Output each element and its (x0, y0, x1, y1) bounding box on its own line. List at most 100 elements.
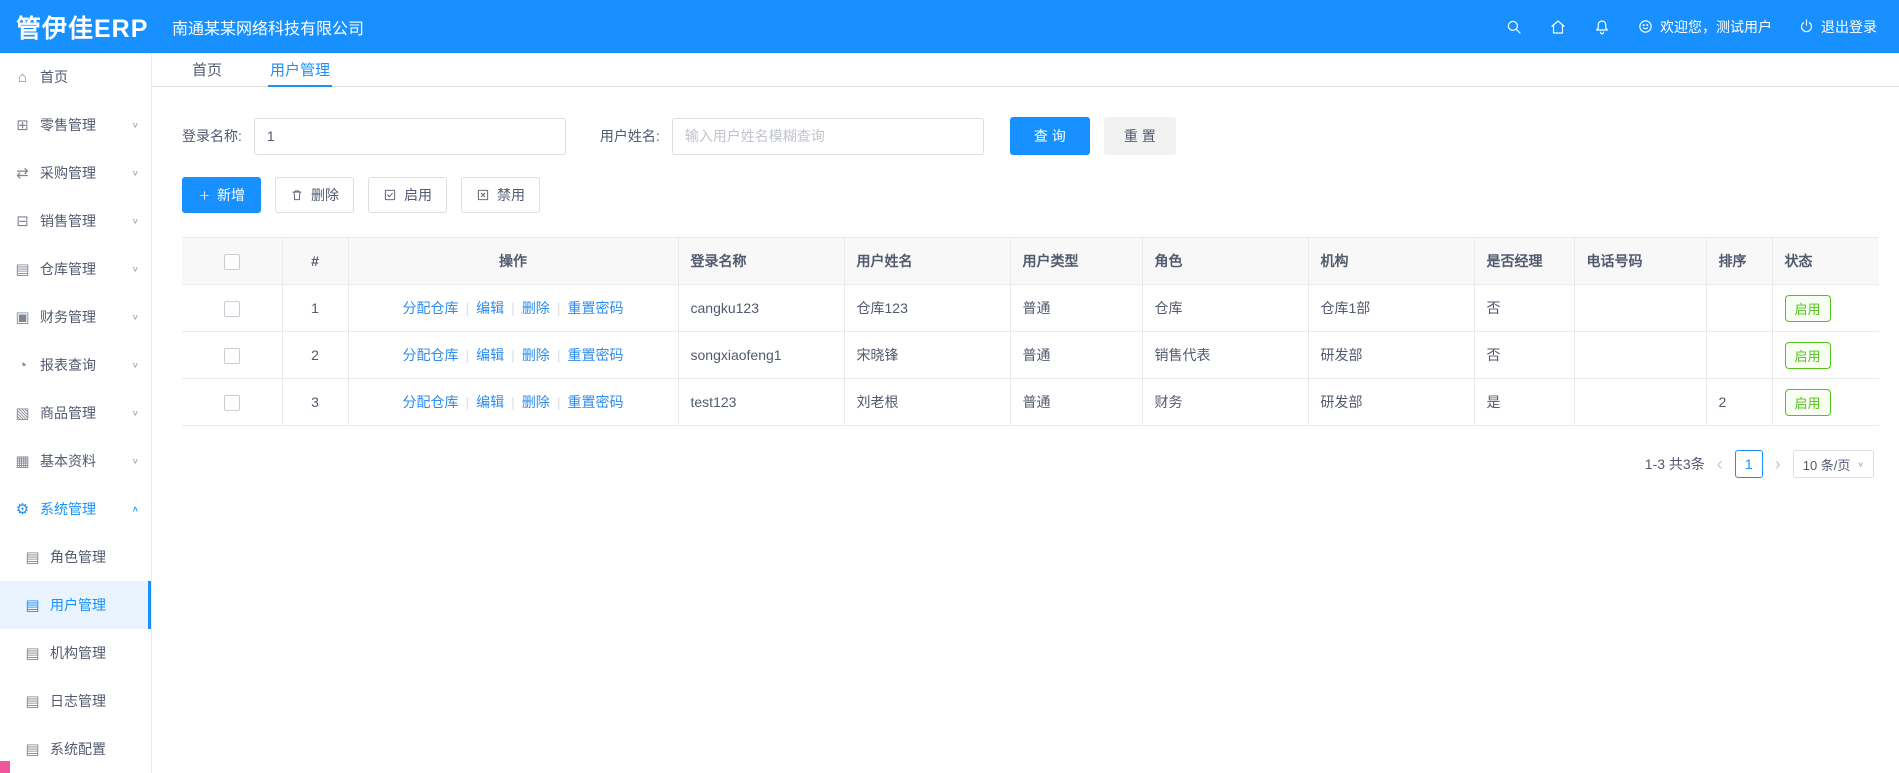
sales-icon: ⊟ (16, 213, 29, 230)
sidebar-item-system-config[interactable]: ▤ 系统配置 (0, 725, 151, 773)
tab-home[interactable]: 首页 (190, 53, 224, 87)
gear-icon: ⚙ (15, 501, 30, 518)
app-logo: 管伊佳ERP (16, 14, 149, 43)
login-name-label: 登录名称: (182, 128, 242, 144)
assign-warehouse-link[interactable]: 分配仓库 (403, 394, 459, 410)
reset-password-link[interactable]: 重置密码 (567, 394, 623, 410)
sidebar-item-home[interactable]: ⌂ 首页 (0, 53, 151, 101)
user-name-label: 用户姓名: (599, 128, 660, 144)
status-badge[interactable]: 启用 (1784, 341, 1831, 369)
sidebar-item-role-mgmt[interactable]: ▤ 角色管理 (0, 533, 151, 581)
edit-link[interactable]: 编辑 (476, 347, 504, 363)
sidebar-item-label: 零售管理 (40, 117, 96, 133)
sidebar-item-goods[interactable]: ▧ 商品管理 ∨ (0, 389, 151, 437)
row-actions: 分配仓库 | 编辑 | 删除 | 重置密码 (348, 284, 679, 332)
row-checkbox[interactable] (223, 347, 240, 364)
cell-sort: 2 (1706, 378, 1773, 426)
reset-button[interactable]: 重 置 (1103, 117, 1176, 155)
next-page-icon[interactable]: › (1775, 455, 1781, 473)
tab-user-mgmt[interactable]: 用户管理 (268, 53, 333, 87)
status-badge[interactable]: 启用 (1784, 388, 1831, 416)
row-checkbox[interactable] (223, 394, 240, 411)
cell-manager: 否 (1474, 284, 1575, 332)
col-status: 状态 (1772, 237, 1879, 285)
col-actions: 操作 (348, 237, 679, 285)
table-row: 3 分配仓库 | 编辑 | 删除 | 重置密码 test123 刘老根 普通 财务 研发部 … (182, 378, 1879, 426)
select-all-checkbox[interactable] (223, 253, 240, 270)
login-name-input[interactable] (253, 117, 566, 155)
reset-password-link[interactable]: 重置密码 (567, 300, 623, 316)
sidebar-item-system[interactable]: ⚙ 系统管理 ∧ (0, 485, 151, 533)
row-checkbox[interactable] (223, 300, 240, 317)
pagination: 1-3 共3条 ‹ 1 › 10 条/页 ∨ (182, 450, 1874, 478)
search-icon[interactable] (1505, 18, 1523, 36)
cell-name: 刘老根 (844, 378, 1011, 426)
sidebar-item-label: 商品管理 (40, 405, 96, 421)
cell-type: 普通 (1010, 284, 1143, 332)
delete-button[interactable]: 删除 (275, 177, 354, 213)
sidebar-item-user-mgmt[interactable]: ▤ 用户管理 (0, 581, 151, 629)
sidebar: ⌂ 首页 ⊞ 零售管理 ∨ ⇄ 采购管理 ∨ ⊟ 销售管理 ∨ ▤ 仓库管理 ∨… (0, 53, 152, 773)
cell-phone (1574, 284, 1707, 332)
col-phone: 电话号码 (1574, 237, 1707, 285)
edit-link[interactable]: 编辑 (476, 300, 504, 316)
sidebar-item-reports[interactable]: ◔ 报表查询 ∨ (0, 341, 151, 389)
disable-button[interactable]: 禁用 (461, 177, 540, 213)
home-icon[interactable] (1549, 18, 1567, 36)
sidebar-item-purchase[interactable]: ⇄ 采购管理 ∨ (0, 149, 151, 197)
add-button[interactable]: 新增 (182, 177, 261, 213)
sidebar-item-log-mgmt[interactable]: ▤ 日志管理 (0, 677, 151, 725)
assign-warehouse-link[interactable]: 分配仓库 (403, 347, 459, 363)
sidebar-item-retail[interactable]: ⊞ 零售管理 ∨ (0, 101, 151, 149)
goods-icon: ▧ (15, 405, 30, 422)
prev-page-icon[interactable]: ‹ (1717, 455, 1723, 473)
sidebar-item-label: 采购管理 (40, 165, 96, 181)
cell-org: 仓库1部 (1308, 284, 1475, 332)
bell-icon[interactable] (1593, 18, 1611, 36)
sidebar-item-basic-data[interactable]: ▦ 基本资料 ∨ (0, 437, 151, 485)
user-name-input[interactable] (671, 117, 984, 155)
sidebar-item-label: 用户管理 (50, 597, 106, 613)
row-index: 2 (282, 331, 349, 379)
cell-org: 研发部 (1308, 378, 1475, 426)
assign-warehouse-link[interactable]: 分配仓库 (403, 300, 459, 316)
warehouse-icon: ▤ (15, 261, 30, 278)
doc-icon: ▤ (25, 549, 40, 566)
status-badge[interactable]: 启用 (1784, 294, 1831, 322)
cell-role: 仓库 (1142, 284, 1309, 332)
table-row: 2 分配仓库 | 编辑 | 删除 | 重置密码 songxiaofeng1 宋晓锋 普通 销… (182, 331, 1879, 379)
users-table: # 操作 登录名称 用户姓名 用户类型 角色 机构 是否经理 电话号码 排序 状… (182, 237, 1879, 426)
delete-link[interactable]: 删除 (522, 394, 550, 410)
trash-icon (292, 190, 302, 201)
col-index: # (282, 237, 349, 285)
row-index: 1 (282, 284, 349, 332)
sidebar-item-finance[interactable]: ▣ 财务管理 ∨ (0, 293, 151, 341)
smile-icon (1639, 20, 1652, 33)
sidebar-item-sales[interactable]: ⊟ 销售管理 ∨ (0, 197, 151, 245)
sidebar-item-label: 财务管理 (40, 309, 96, 325)
sidebar-item-org-mgmt[interactable]: ▤ 机构管理 (0, 629, 151, 677)
search-button[interactable]: 查 询 (1009, 117, 1090, 155)
sidebar-item-label: 首页 (40, 69, 68, 85)
reset-password-link[interactable]: 重置密码 (567, 347, 623, 363)
col-org: 机构 (1308, 237, 1475, 285)
logout-text: 退出登录 (1821, 18, 1877, 35)
page-size-select[interactable]: 10 条/页 ∨ (1792, 450, 1874, 478)
doc-icon: ▤ (25, 693, 40, 710)
page-number[interactable]: 1 (1734, 450, 1763, 478)
row-index: 3 (282, 378, 349, 426)
enable-button[interactable]: 启用 (368, 177, 447, 213)
cell-manager: 是 (1474, 378, 1575, 426)
company-name: 南通某某网络科技有限公司 (172, 20, 365, 38)
cell-status: 启用 (1772, 378, 1879, 426)
basic-data-icon: ▦ (15, 453, 30, 470)
delete-link[interactable]: 删除 (522, 347, 550, 363)
sidebar-item-warehouse[interactable]: ▤ 仓库管理 ∨ (0, 245, 151, 293)
edit-link[interactable]: 编辑 (476, 394, 504, 410)
retail-icon: ⊞ (16, 117, 29, 134)
delete-link[interactable]: 删除 (522, 300, 550, 316)
sidebar-item-label: 系统管理 (40, 501, 96, 517)
welcome-user[interactable]: 欢迎您，测试用户 (1637, 17, 1772, 37)
logout-button[interactable]: 退出登录 (1798, 17, 1877, 37)
cell-type: 普通 (1010, 378, 1143, 426)
